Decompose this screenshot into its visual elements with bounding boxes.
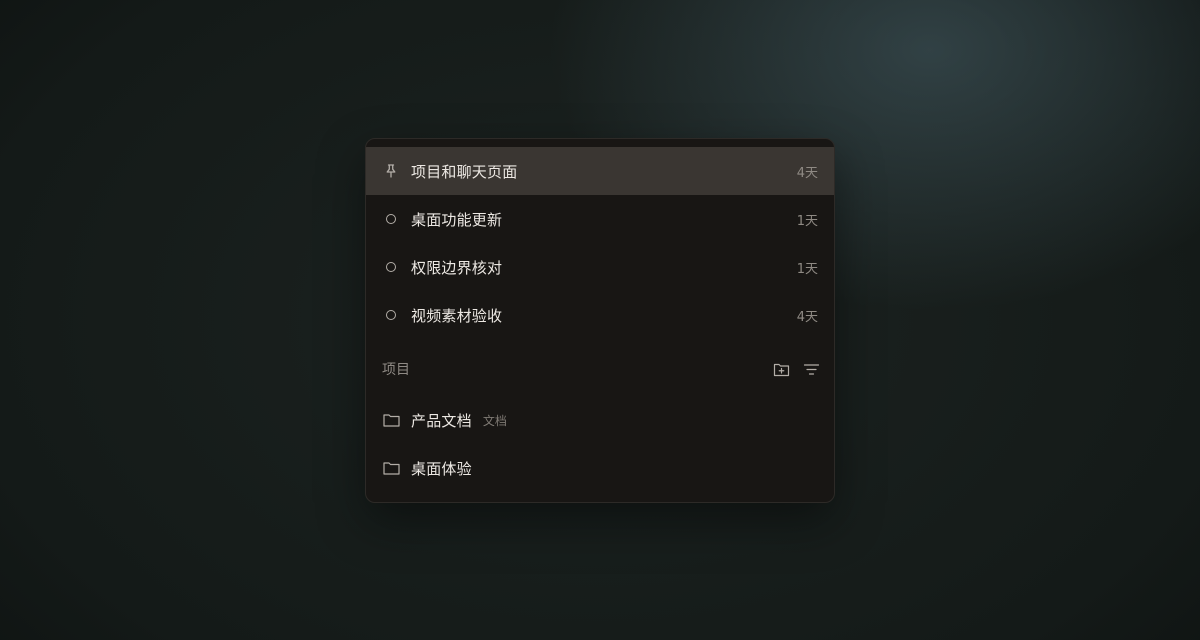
folder-icon (382, 411, 400, 429)
projects-section-actions (772, 360, 820, 378)
projects-section-label: 项目 (382, 362, 410, 378)
task-age: 4天 (796, 165, 818, 181)
project-row[interactable]: 产品文档 文档 (366, 396, 834, 444)
task-title: 权限边界核对 (411, 258, 503, 277)
new-folder-icon[interactable] (772, 360, 790, 378)
task-title: 桌面功能更新 (411, 210, 503, 229)
folder-icon (382, 459, 400, 477)
projects-section-header: 项目 (366, 342, 834, 396)
project-list: 产品文档 文档 桌面体验 (366, 396, 834, 492)
circle-icon (382, 210, 400, 228)
task-row[interactable]: 项目和聊天页面 4天 (366, 147, 834, 195)
task-age: 1天 (796, 213, 818, 229)
project-name: 桌面体验 (411, 459, 472, 478)
task-row[interactable]: 桌面功能更新 1天 (366, 195, 834, 243)
task-age: 4天 (796, 309, 818, 325)
circle-icon (382, 258, 400, 276)
project-row[interactable]: 桌面体验 (366, 444, 834, 492)
filter-icon[interactable] (802, 360, 820, 378)
project-name: 产品文档 (411, 411, 472, 430)
task-row[interactable]: 视频素材验收 4天 (366, 291, 834, 339)
project-tag: 文档 (482, 413, 507, 428)
task-title: 视频素材验收 (411, 306, 503, 325)
pin-icon (382, 162, 400, 180)
task-list: 项目和聊天页面 4天 桌面功能更新 1天 权限边界核对 1天 视频素材验收 4天 (366, 139, 834, 339)
task-row[interactable]: 权限边界核对 1天 (366, 243, 834, 291)
task-age: 1天 (796, 261, 818, 277)
task-title: 项目和聊天页面 (411, 162, 518, 181)
circle-icon (382, 306, 400, 324)
task-panel: 项目和聊天页面 4天 桌面功能更新 1天 权限边界核对 1天 视频素材验收 4天… (365, 138, 835, 503)
